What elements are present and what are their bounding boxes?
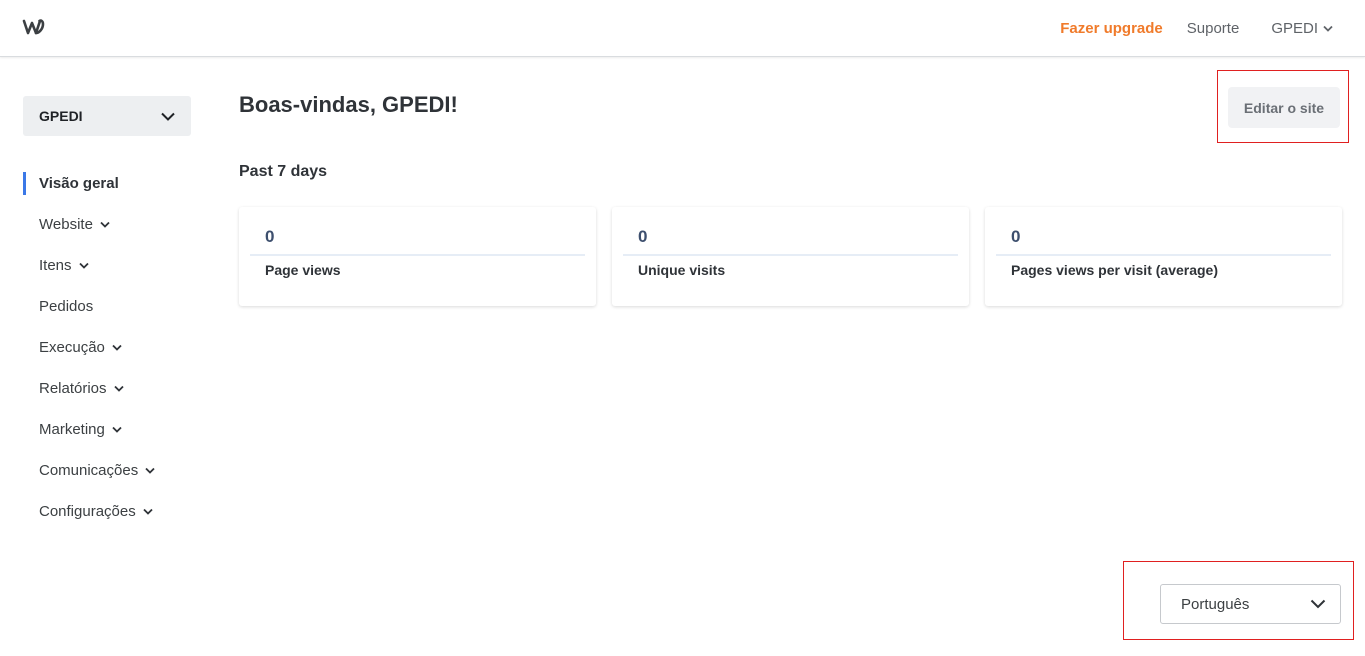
edit-site-button[interactable]: Editar o site	[1228, 87, 1340, 128]
sidebar-item[interactable]: Visão geral	[23, 163, 203, 204]
sidebar-item[interactable]: Configurações	[23, 491, 203, 532]
weebly-logo-icon[interactable]	[22, 17, 46, 37]
sidebar-item-label: Website	[39, 216, 93, 233]
account-menu[interactable]: GPEDI	[1271, 20, 1333, 37]
sidebar-item-label: Configurações	[39, 503, 136, 520]
stat-value: 0	[265, 227, 275, 246]
site-selector[interactable]: GPEDI	[23, 96, 191, 136]
language-select-value: Português	[1181, 595, 1250, 613]
divider	[996, 254, 1331, 256]
stat-card-views-per-visit: 0 Pages views per visit (average)	[985, 207, 1342, 306]
sidebar-item[interactable]: Execução	[23, 327, 203, 368]
sidebar-item[interactable]: Pedidos	[23, 286, 203, 327]
stat-label: Pages views per visit (average)	[1011, 262, 1218, 278]
stat-label: Page views	[265, 262, 341, 278]
account-label: GPEDI	[1271, 19, 1318, 37]
stat-value: 0	[638, 227, 648, 246]
sidebar-item[interactable]: Website	[23, 204, 203, 245]
chevron-down-icon	[100, 221, 110, 228]
divider	[250, 254, 585, 256]
support-link[interactable]: Suporte	[1187, 20, 1240, 37]
sidebar-item[interactable]: Comunicações	[23, 450, 203, 491]
chevron-down-icon	[1323, 25, 1333, 32]
chevron-down-icon	[161, 112, 175, 121]
sidebar-item[interactable]: Marketing	[23, 409, 203, 450]
chevron-down-icon	[113, 385, 124, 392]
top-nav: Fazer upgrade Suporte GPEDI	[1036, 0, 1333, 56]
divider	[623, 254, 958, 256]
page-title: Boas-vindas, GPEDI!	[239, 92, 458, 117]
sidebar-item-label: Marketing	[39, 421, 105, 438]
chevron-down-icon	[1310, 599, 1326, 609]
sidebar-item-label: Execução	[39, 339, 105, 356]
sidebar-item-label: Itens	[39, 257, 72, 274]
chevron-down-icon	[78, 262, 89, 269]
sidebar-item-label: Comunicações	[39, 462, 139, 479]
upgrade-link[interactable]: Fazer upgrade	[1060, 20, 1163, 37]
sidebar-item[interactable]: Relatórios	[23, 368, 203, 409]
sidebar-item-label: Pedidos	[39, 298, 94, 315]
stat-card-unique-visits: 0 Unique visits	[612, 207, 969, 306]
language-select[interactable]: Português	[1160, 584, 1341, 624]
site-selector-label: GPEDI	[39, 108, 83, 124]
sidebar-item-label: Visão geral	[39, 175, 119, 192]
sidebar-nav: Visão geral Website Itens Pedidos Execução Re…	[23, 163, 203, 532]
chevron-down-icon	[145, 467, 155, 474]
chevron-down-icon	[112, 426, 122, 433]
sidebar-item-label: Relatórios	[39, 380, 107, 397]
chevron-down-icon	[143, 508, 153, 515]
stat-label: Unique visits	[638, 262, 726, 278]
stat-value: 0	[1011, 227, 1021, 246]
chevron-down-icon	[112, 344, 122, 351]
period-label: Past 7 days	[239, 163, 328, 180]
stats-cards: 0 Page views 0 Unique visits 0 Pages vie…	[239, 207, 1342, 306]
top-bar: Fazer upgrade Suporte GPEDI	[0, 0, 1365, 57]
sidebar-item[interactable]: Itens	[23, 245, 203, 286]
stat-card-page-views: 0 Page views	[239, 207, 596, 306]
